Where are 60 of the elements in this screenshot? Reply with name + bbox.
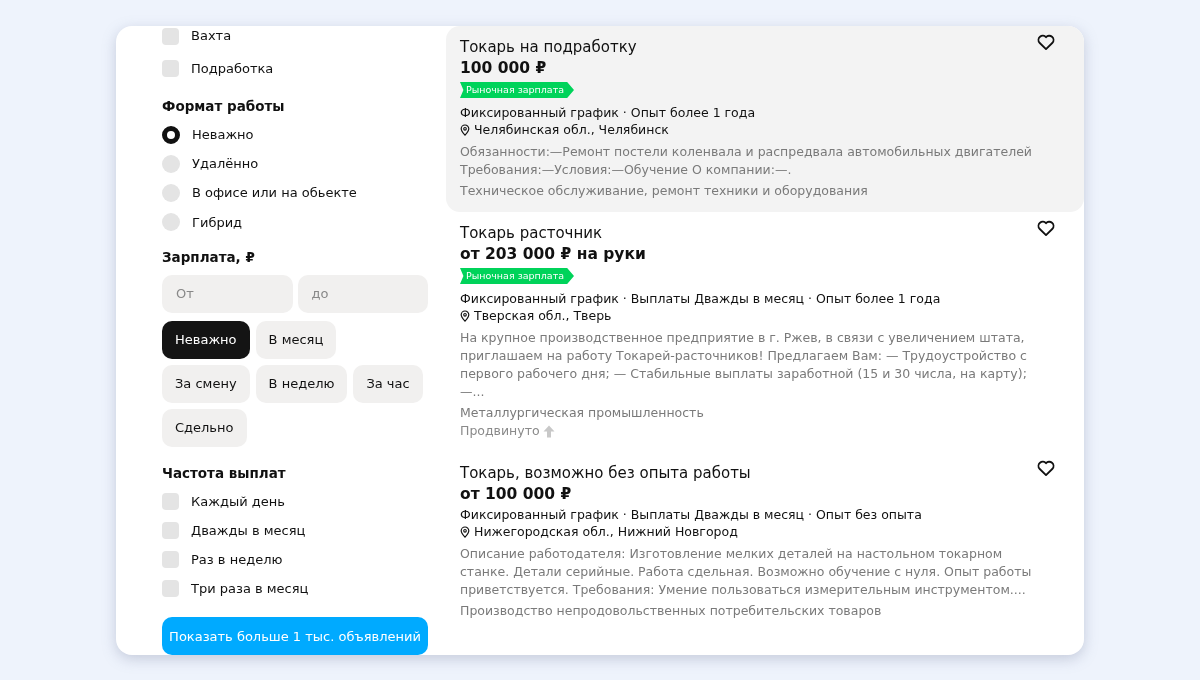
radio-button[interactable] [162,213,180,232]
checkbox-label[interactable]: Три раза в месяц [191,581,309,597]
section-heading: Формат работы [162,98,286,115]
vacancy-title[interactable]: Токарь на подработку [460,36,1034,58]
radio-label[interactable]: В офисе или на обьекте [192,185,357,201]
radio-button[interactable] [162,154,180,173]
vacancy-card[interactable] [446,26,1084,212]
checkbox[interactable] [162,521,179,539]
industry-text: Производство непродовольственных потребительских товаров [460,602,883,620]
market-salary-badge: Рыночная зарплата [460,268,574,284]
period-chip[interactable]: В месяц [255,320,337,359]
period-chip[interactable]: В неделю [255,364,348,403]
radio-label[interactable]: Неважно [192,127,254,143]
conditions-text: Фиксированный график · Выплаты Дважды в месяц · Опыт более 1 года [460,290,942,307]
location-text: Нижегородская обл., Нижний Новгород [474,523,738,540]
description-text: На крупное производственное предприятие в г. Ржев, в связи с увеличением штата, приглашаем на работу Токарей-расточников! Предлагаем Вам: — Трудоустройство с первого рабочего дня; — Стабильные выплаты заработной (15 и 30 числа, на карту); —... [460,329,1028,401]
heart-icon[interactable] [1036,218,1056,238]
location-pin-icon [460,123,470,136]
salary-text: 100 000 ₽ [460,58,548,78]
salary-text: от 100 000 ₽ [460,484,573,504]
industry-text: Техническое обслуживание, ремонт техники и оборудования [460,182,869,200]
checkbox[interactable] [162,550,179,568]
checkbox[interactable] [162,60,179,78]
market-salary-badge: Рыночная зарплата [460,82,574,98]
section-heading: Зарплата, ₽ [162,248,256,265]
checkbox-label[interactable]: Каждый день [191,493,285,509]
conditions-text: Фиксированный график · Выплаты Дважды в месяц · Опыт без опыта [460,506,923,523]
location-text: Челябинская обл., Челябинск [474,121,669,138]
location-text: Тверская обл., Тверь [474,307,612,324]
checkbox-label[interactable]: Подработка [191,61,274,77]
conditions-text: Фиксированный график · Опыт более 1 года [460,104,757,121]
vacancy-title[interactable]: Токарь, возможно без опыта работы [460,462,1034,484]
description-text: Обязанности:—Ремонт постели коленвала и распредвала автомобильных двигателей Требования:—Условия:—Обучение О компании:—. [460,143,1033,179]
radio-label[interactable]: Гибрид [192,214,243,230]
checkbox-label[interactable]: Вахта [191,28,232,43]
heart-icon[interactable] [1036,458,1056,478]
promoted-label: Продвинуто [460,422,540,440]
checkbox[interactable] [162,580,179,598]
radio-button[interactable] [162,183,180,202]
location-pin-icon [460,525,470,538]
period-chip[interactable]: Неважно [162,320,250,359]
salary-text: от 203 000 ₽ на руки [460,244,647,264]
heart-icon[interactable] [1036,32,1056,52]
radio-button[interactable] [162,125,180,144]
industry-text: Металлургическая промышленность [460,404,705,422]
period-chip[interactable]: За час [353,364,423,403]
checkbox-label[interactable]: Раз в неделю [191,551,283,567]
checkbox-label[interactable]: Дважды в месяц [191,522,306,538]
vacancy-title[interactable]: Токарь расточник [460,222,1034,244]
section-heading: Частота выплат [162,464,287,481]
checkbox[interactable] [162,492,179,510]
salary-from-field[interactable]: От [162,274,293,313]
up-arrow-icon [542,424,555,438]
period-chip[interactable]: Сдельно [162,408,247,447]
salary-to-field[interactable]: до [297,274,428,313]
description-text: Описание работодателя: Изготовление мелких деталей на настольном токарном станке. Детали серийные. Работа сдельная. Возможно обучение с нуля. Опыт работы приветствуется. Требования: Умение пользоваться измерительным инструментом.... [460,545,1033,599]
radio-label[interactable]: Удалённо [192,156,259,172]
checkbox[interactable] [162,28,179,45]
period-chip[interactable]: За смену [162,364,250,403]
location-pin-icon [460,309,470,322]
